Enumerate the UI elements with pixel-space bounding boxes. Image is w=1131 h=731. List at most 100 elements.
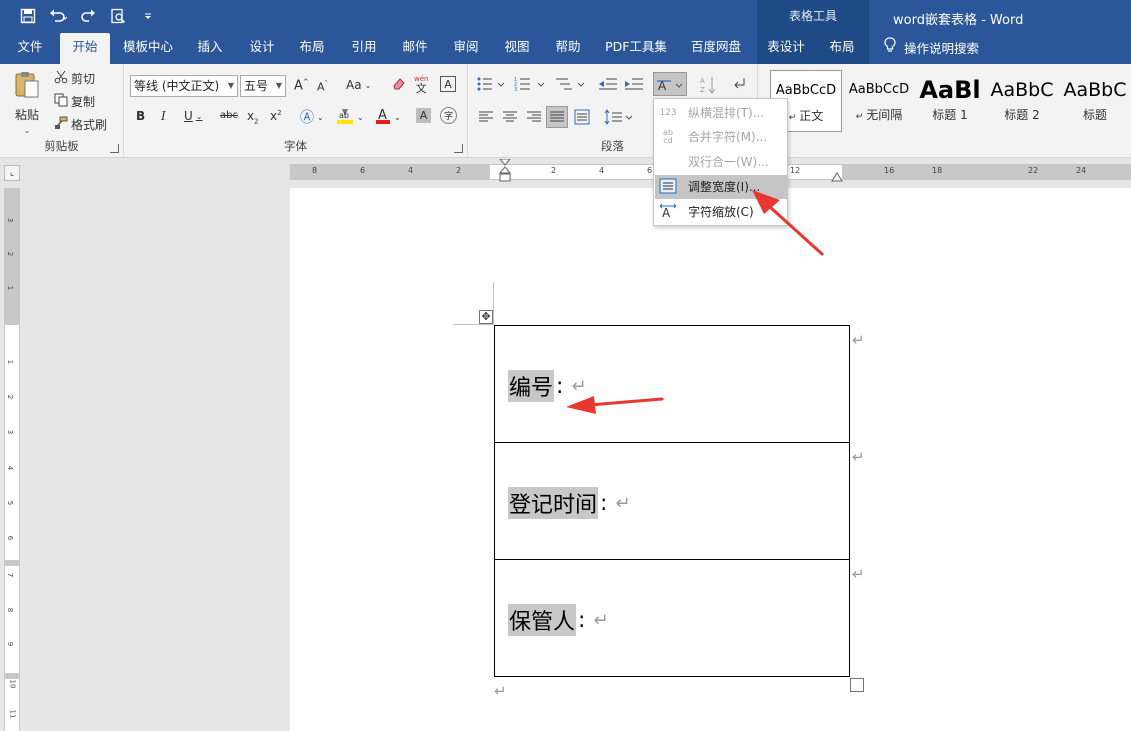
align-left-icon[interactable] [478, 109, 494, 125]
sort-icon[interactable]: AZ [700, 75, 718, 95]
tab-design[interactable]: 设计 [242, 33, 282, 64]
multilevel-list-icon[interactable] [554, 76, 586, 92]
tab-references[interactable]: 引用 [344, 33, 384, 64]
bold-button[interactable]: B [136, 109, 145, 123]
subscript-button[interactable]: x2 [247, 109, 259, 125]
cut-button[interactable]: 剪切 [54, 70, 95, 87]
table-row[interactable]: 编号: ↵ [495, 326, 849, 443]
style-sample: AaBbC [1063, 79, 1127, 101]
tab-insert[interactable]: 插入 [190, 33, 230, 64]
tab-help[interactable]: 帮助 [548, 33, 588, 64]
table-resize-handle-icon[interactable] [850, 678, 864, 692]
clipboard-launcher-icon[interactable] [110, 144, 119, 153]
decrease-indent-icon[interactable] [598, 76, 618, 92]
text-effects-icon: Ⓐ [300, 110, 314, 126]
increase-indent-icon[interactable] [624, 76, 644, 92]
copy-button[interactable]: 复制 [54, 93, 95, 110]
justify-button[interactable] [546, 106, 568, 128]
menu-item-two-lines-in-one[interactable]: 双行合一(W)... [655, 150, 787, 174]
character-shading-button[interactable]: A [416, 108, 431, 123]
menu-item-adjust-width[interactable]: 调整宽度(I)... [655, 175, 787, 199]
cell-colon: : [600, 490, 608, 516]
style-heading-2[interactable]: AaBbC 标题 2 [990, 70, 1054, 132]
asian-layout-button[interactable]: A [653, 72, 687, 96]
tab-file[interactable]: 文件 [8, 33, 52, 64]
tab-view[interactable]: 视图 [497, 33, 537, 64]
ruler-number: 1 [6, 285, 15, 291]
save-icon[interactable] [18, 6, 38, 26]
ruler-number: 6 [360, 166, 366, 175]
table-cell-text[interactable]: 登记时间: ↵ [508, 487, 631, 519]
tab-table-design[interactable]: 表设计 [757, 33, 815, 64]
line-spacing-icon[interactable] [604, 109, 634, 125]
asian-layout-menu: 123 纵横混排(T)... ab cd 合并字符(M)... 双行合一(W).… [653, 98, 788, 226]
superscript-button[interactable]: x2 [270, 109, 282, 123]
tab-pdf-tools[interactable]: PDF工具集 [600, 33, 672, 64]
menu-item-combine-characters[interactable]: ab cd 合并字符(M)... [655, 125, 787, 149]
underline-button[interactable]: U ⌄ [184, 109, 203, 123]
font-color-button[interactable]: A ⌄ [375, 107, 401, 128]
highlight-button[interactable]: ab ⌄ [336, 107, 364, 128]
font-size-select[interactable]: 五号 ▼ [240, 75, 286, 97]
distributed-icon[interactable] [574, 109, 590, 125]
svg-text:3: 3 [514, 87, 517, 92]
row-end-mark-icon: ↵ [852, 331, 865, 349]
show-marks-icon[interactable] [732, 76, 746, 92]
document-table[interactable]: 编号: ↵ 登记时间: ↵ 保管人: ↵ [494, 325, 850, 677]
align-right-icon[interactable] [526, 109, 542, 125]
menu-item-combine-horizontal[interactable]: 123 纵横混排(T)... [655, 101, 787, 125]
strikethrough-button[interactable]: abc [220, 110, 238, 121]
title-bar: 表格工具 word嵌套表格 - Word [0, 0, 1131, 64]
tab-baidu-netdisk[interactable]: 百度网盘 [684, 33, 748, 64]
lightbulb-icon [884, 35, 896, 63]
font-size-value: 五号 [244, 79, 269, 93]
row-end-mark-icon: ↵ [852, 448, 865, 466]
right-indent-marker-icon[interactable] [830, 169, 844, 183]
format-painter-button[interactable]: 格式刷 [54, 116, 107, 133]
paste-button[interactable]: 粘贴 ⌄ [10, 70, 44, 135]
tab-review[interactable]: 审阅 [446, 33, 486, 64]
margin-corner-mark [493, 283, 494, 324]
font-name-select[interactable]: 等线 (中文正文) ▼ [130, 75, 238, 97]
chevron-down-icon: ▼ [227, 81, 234, 90]
tab-table-layout[interactable]: 布局 [815, 33, 869, 64]
indent-marker-icon[interactable] [498, 159, 512, 189]
tab-home[interactable]: 开始 [60, 33, 110, 64]
change-case-button[interactable]: Aa ⌄ [346, 78, 371, 92]
bullets-icon[interactable] [476, 76, 506, 92]
tab-selector-icon[interactable]: ⌞ [4, 165, 20, 181]
clear-formatting-button[interactable] [391, 76, 407, 95]
table-move-handle-icon[interactable]: ✥ [479, 310, 493, 324]
enclose-characters-button[interactable]: 字 [440, 107, 457, 124]
customize-qat-icon[interactable] [138, 6, 158, 26]
menu-item-character-scaling[interactable]: A 字符缩放(C) [655, 200, 787, 224]
tab-mailings[interactable]: 邮件 [395, 33, 435, 64]
character-border-button[interactable]: A [440, 76, 456, 92]
grow-font-button[interactable]: A^ [294, 78, 309, 93]
text-effects-button[interactable]: Ⓐ ⌄ [300, 107, 324, 127]
italic-button[interactable]: I [161, 109, 166, 123]
style-no-spacing[interactable]: AaBbCcD ↵ 无间隔 [846, 70, 912, 132]
paste-dropdown-icon[interactable]: ⌄ [24, 126, 31, 135]
align-center-icon[interactable] [502, 109, 518, 125]
tell-me-search[interactable]: 操作说明搜索 [884, 33, 979, 64]
font-group: 等线 (中文正文) ▼ 五号 ▼ A^ Aˇ Aa ⌄ wén 文 A B I … [124, 64, 468, 158]
redo-icon[interactable] [78, 6, 98, 26]
numbering-icon[interactable]: 123 [514, 76, 546, 92]
tab-template-center[interactable]: 模板中心 [116, 33, 180, 64]
undo-icon[interactable] [48, 6, 68, 26]
shrink-font-button[interactable]: Aˇ [317, 80, 328, 94]
table-cell-text[interactable]: 保管人: ↵ [508, 604, 609, 636]
style-title[interactable]: AaBbC 标题 [1062, 70, 1128, 132]
table-cell-text[interactable]: 编号: ↵ [508, 370, 587, 402]
print-preview-icon[interactable] [108, 6, 128, 26]
table-row[interactable]: 登记时间: ↵ [495, 443, 849, 560]
search-label: 操作说明搜索 [904, 40, 980, 56]
phonetic-guide-button[interactable]: wén 文 [414, 74, 428, 94]
font-launcher-icon[interactable] [454, 144, 463, 153]
document-title: word嵌套表格 - Word [893, 13, 1024, 28]
tab-layout[interactable]: 布局 [292, 33, 332, 64]
style-heading-1[interactable]: AaBl 标题 1 [918, 70, 982, 132]
table-row[interactable]: 保管人: ↵ [495, 560, 849, 677]
vertical-ruler[interactable]: 3 2 1 1 2 3 4 5 6 7 8 9 10 11 [4, 188, 20, 731]
